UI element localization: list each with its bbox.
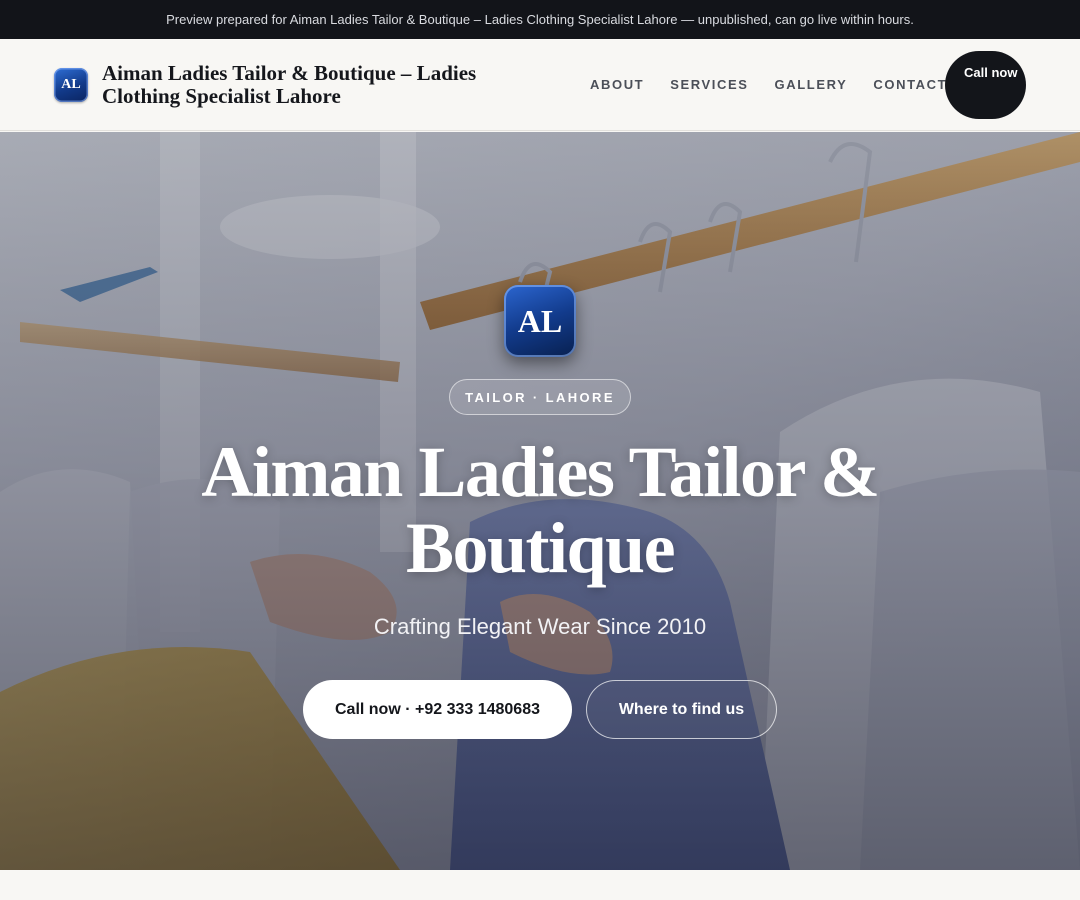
site-header: AL Aiman Ladies Tailor & Boutique – Ladi… [0, 39, 1080, 131]
hero-logo: AL [504, 285, 576, 357]
hero-category-tag-text: TAILOR · LAHORE [465, 389, 615, 405]
brand-name[interactable]: Aiman Ladies Tailor & Boutique – Ladies … [102, 62, 542, 108]
hero-category-tag: TAILOR · LAHORE [449, 379, 631, 415]
where-to-find-us-button[interactable]: Where to find us [586, 680, 777, 739]
next-section-edge [0, 870, 1080, 900]
nav-link-services[interactable]: SERVICES [670, 77, 748, 92]
call-now-button[interactable]: Call now · +92 333 1480683 [303, 680, 572, 739]
call-now-button-label: Call now · +92 333 1480683 [334, 700, 540, 718]
hero-title: Aiman Ladies Tailor & Boutique [201, 432, 880, 588]
main-nav: ABOUT SERVICES GALLERY CONTACT [590, 77, 947, 92]
preview-banner: Preview prepared for Aiman Ladies Tailor… [0, 0, 1080, 39]
nav-link-about[interactable]: ABOUT [590, 77, 644, 92]
hero-subtitle: Crafting Elegant Wear Since 2010 [373, 614, 707, 639]
hero-logo-text: AL [517, 302, 563, 339]
brand-logo[interactable]: AL [54, 68, 88, 102]
nav-link-gallery[interactable]: GALLERY [775, 77, 848, 92]
brand-logo-text: AL [61, 77, 81, 92]
preview-banner-text: Preview prepared for Aiman Ladies Tailor… [166, 12, 914, 27]
header-call-button[interactable]: Call now [945, 51, 1026, 119]
hero-section: AL TAILOR · LAHORE Aiman Ladies Tailor &… [0, 132, 1080, 870]
nav-link-contact[interactable]: CONTACT [873, 77, 947, 92]
where-to-find-us-button-label: Where to find us [618, 700, 745, 718]
